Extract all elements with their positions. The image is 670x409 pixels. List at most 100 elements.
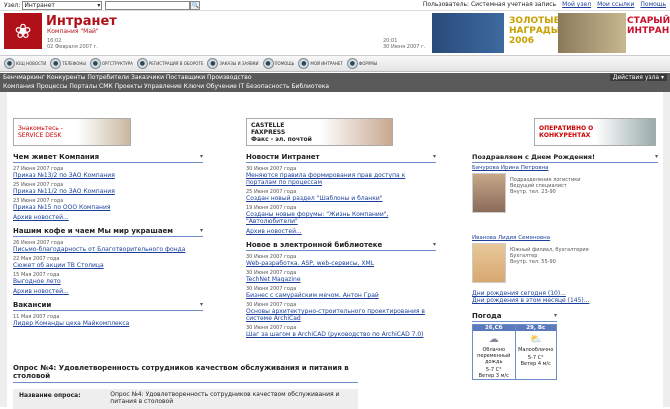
weather-day-1: 26,Сб ☁ Облачно переменный дождь 5-7 С° …: [473, 325, 515, 379]
register-icon: ●: [136, 58, 148, 69]
site-subtitle: Компания "Май": [47, 28, 99, 35]
poll-title: Опрос №4: Удовлетворенность сотрудников …: [13, 364, 358, 383]
vacancies-heading: Вакансии: [13, 301, 203, 311]
birthdays-today-link[interactable]: Дни рождения сегодня (10)...: [472, 290, 658, 297]
company-heading: Чем живет Компания: [13, 153, 203, 163]
toolbar-item[interactable]: ● ЗАКАЗЫ И ЗАЯВКИ: [207, 58, 259, 69]
my-node-link[interactable]: Мой узел: [562, 1, 591, 8]
intranet-news-heading: Новости Интранет: [246, 153, 436, 163]
person-info: Южный филиал, бухгалтерия Бухгалтер Внут…: [510, 247, 589, 265]
phone-icon: ●: [50, 58, 62, 69]
person-card-1: Бачурова Ирина Петровна Подразделение ло…: [472, 165, 658, 235]
birthday-heading: Поздравляем с Днем Рождения!: [472, 153, 658, 163]
weather-box: 26,Сб ☁ Облачно переменный дождь 5-7 С° …: [472, 324, 557, 380]
main-navigation: Бенчмаркинг Конкуренты Потребители Заказ…: [0, 73, 670, 92]
user-links: Пользователь: Системная учетная запись М…: [423, 1, 666, 8]
news-link[interactable]: Созданы новые форумы: "Жизнь Компании", …: [246, 211, 436, 225]
toolbar-label: ТЕЛЕФОНЫ: [62, 61, 86, 66]
toolbar-item[interactable]: ● ТЕЛЕФОНЫ: [50, 58, 86, 69]
intranet-news-list: 30 Июня 2007 года Меняются правила формир…: [246, 166, 436, 225]
birthdays-month-link[interactable]: Дни рождения в этом месяце (145)...: [472, 297, 658, 304]
orders-icon: ●: [207, 58, 219, 69]
news-link[interactable]: Сюжет об акции ТВ Столица: [13, 262, 203, 269]
news-link[interactable]: Основы архитектурно-строительного проект…: [246, 308, 436, 322]
news-link[interactable]: Создан новый раздел "Шаблоны и бланки": [246, 195, 436, 202]
poll-label: Название опроса:: [19, 392, 81, 399]
faxpress-banner[interactable]: CASTELLE FAXPRESS Факс - эл. почтой: [246, 118, 393, 146]
awards-banner-text[interactable]: ЗОЛОТЫЕ НАГРАДЫ 2006: [509, 16, 560, 46]
nav-row-2[interactable]: Компания Процессы Порталы СМК Проекты Уп…: [3, 83, 329, 90]
company-logo-icon[interactable]: ❀: [4, 13, 42, 49]
toolbar-item[interactable]: ● ОРГСТРУКТУРА: [89, 58, 133, 69]
toolbar-item[interactable]: ● МОЙ ИНТРАНЕТ: [298, 58, 343, 69]
person-name[interactable]: Иванова Лидия Семеновна: [472, 235, 658, 241]
org-icon: ●: [89, 58, 101, 69]
news-link[interactable]: Приказ №13/2 по ЗАО Компания: [13, 172, 203, 179]
right-column: Поздравляем с Днем Рождения! Бачурова Ир…: [472, 153, 658, 304]
partly-cloudy-icon: ⛅: [529, 333, 542, 345]
right-edge: [663, 92, 670, 407]
old-intranet-banner-image[interactable]: [558, 13, 626, 53]
my-intranet-icon: ●: [298, 58, 310, 69]
toolbar-label: ФОРУМЫ: [358, 61, 378, 66]
news-link[interactable]: Письмо-благодарность от Благотворительно…: [13, 246, 203, 253]
user-menu[interactable]: Пользователь: Системная учетная запись: [423, 1, 556, 8]
person-info: Подразделение логистики Ведущий специали…: [510, 177, 581, 195]
competitors-banner[interactable]: ОПЕРАТИВНО О КОНКУРЕНТАХ: [534, 118, 656, 146]
coffee-archive-link[interactable]: Архив новостей...: [13, 288, 203, 295]
old-intranet-banner-text[interactable]: СТАРЫЙ ИНТРАНЕТ: [627, 16, 670, 36]
news-link[interactable]: Шаг за шагом в ArchiCAD (руководство по …: [246, 331, 436, 338]
news-link[interactable]: Приказ №15 по ООО Компания: [13, 204, 203, 211]
toolbar-label: ЗАКАЗЫ И ЗАЯВКИ: [219, 61, 259, 66]
site-actions-button[interactable]: Действия узла ▾: [609, 74, 667, 81]
search-input[interactable]: [105, 0, 191, 10]
person-card-2: Иванова Лидия Семеновна Южный филиал, бу…: [472, 235, 658, 290]
company-news-list: 27 Июня 2007 года Приказ №13/2 по ЗАО Ком…: [13, 166, 203, 211]
left-edge: [0, 92, 7, 407]
library-heading: Новое в электронной библиотеке: [246, 241, 436, 251]
clock-left: 16:02 02 Февраля 2007 г.: [47, 38, 98, 50]
node-select[interactable]: Интранет: [22, 0, 103, 10]
search-icon[interactable]: 🔍: [190, 0, 201, 10]
news-link[interactable]: Приказ №11/2 по ЗАО Компания: [13, 188, 203, 195]
middle-column: Новости Интранет 30 Июня 2007 годаМеняют…: [246, 153, 436, 338]
toolbar-label: РЕГИСТРАЦИЯ В ОБОРОТЕ: [148, 61, 204, 66]
news-link[interactable]: TechNet Magazine: [246, 276, 436, 283]
clock-right: 20:01 30 Июня 2007 г.: [383, 38, 426, 50]
help-icon: ●: [262, 58, 274, 69]
vacancies-list: 11 Мая 2007 года Лидер Команды цеха Майко…: [13, 314, 203, 327]
service-desk-banner[interactable]: Знакомьтесь - SERVICE DESK: [13, 118, 131, 146]
news-link[interactable]: Бизнес с самурайским мечом. Антон Грай: [246, 292, 436, 299]
coffee-heading: Нашим кофе и чаем Мы мир украшаем: [13, 227, 203, 237]
news-link[interactable]: Меняются правила формирования прав досту…: [246, 172, 436, 186]
toolbar-item[interactable]: ● ФОРУМЫ: [346, 58, 378, 69]
toolbar-label: ОРГСТРУКТУРА: [101, 61, 133, 66]
toolbar-item[interactable]: ● ЮЩ НОВОСТИ: [4, 58, 46, 69]
toolbar-item[interactable]: ● ПОМОЩЬ: [262, 58, 295, 69]
header: ❀ Интранет Компания "Май" 16:02 02 Феврал…: [0, 11, 670, 55]
forum-icon: ●: [346, 58, 358, 69]
top-bar: Узел: Интранет 🔍 Пользователь: Системная…: [0, 0, 670, 11]
news-link[interactable]: Лидер Команды цеха Майкомплекса: [13, 320, 203, 327]
poll-section: Опрос №4: Удовлетворенность сотрудников …: [13, 364, 358, 409]
node-label: Узел:: [4, 1, 21, 9]
nav-row-1[interactable]: Бенчмаркинг Конкуренты Потребители Заказ…: [3, 74, 252, 81]
weather-widget: Погода 26,Сб ☁ Облачно переменный дождь …: [472, 312, 557, 380]
toolbar-label: ПОМОЩЬ: [274, 61, 295, 66]
cloud-rain-icon: ☁: [488, 333, 499, 345]
awards-banner-image[interactable]: [432, 13, 504, 53]
weather-day-2: 29, Вс ⛅ Малооблачно 5-7 С° Ветер 4 м/с: [514, 325, 556, 379]
news-link[interactable]: Web-разработка. ASP, web-сервисы, XML: [246, 260, 436, 267]
library-list: 30 Июня 2007 года Web-разработка. ASP, we…: [246, 254, 436, 338]
quick-toolbar: ● ЮЩ НОВОСТИ ● ТЕЛЕФОНЫ ● ОРГСТРУКТУРА ● РЕГИСТ…: [0, 55, 670, 72]
left-column: Чем живет Компания 27 Июня 2007 годаПрик…: [13, 153, 203, 327]
toolbar-item[interactable]: ● РЕГИСТРАЦИЯ В ОБОРОТЕ: [136, 58, 204, 69]
news-link[interactable]: Выгодное лето: [13, 278, 203, 285]
person-name[interactable]: Бачурова Ирина Петровна: [472, 165, 658, 171]
my-links-link[interactable]: Мои ссылки: [597, 1, 634, 8]
weather-heading: Погода: [472, 312, 557, 322]
poll-row: Название опроса: Опрос №4: Удовлетворенн…: [13, 389, 358, 409]
company-archive-link[interactable]: Архив новостей...: [13, 214, 203, 221]
help-link[interactable]: Помощь: [640, 1, 666, 8]
intranet-archive-link[interactable]: Архив новостей...: [246, 228, 436, 235]
